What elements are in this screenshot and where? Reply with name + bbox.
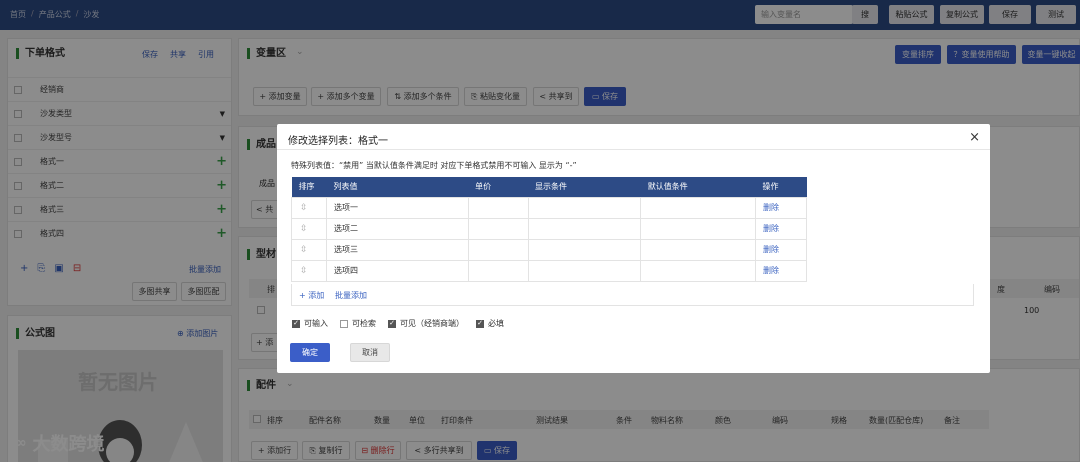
delete-link[interactable]: 删除 [755, 238, 807, 261]
edit-list-modal: 修改选择列表：格式一 × 特殊列表值：“禁用” 当默认值条件满足时 对应下单格式… [277, 124, 990, 373]
drag-handle-icon[interactable]: ⇳ [291, 217, 327, 240]
drag-handle-icon[interactable]: ⇳ [291, 196, 327, 219]
option-price[interactable] [467, 196, 529, 219]
modal-title: 修改选择列表：格式一 [288, 136, 388, 147]
confirm-button[interactable]: 确定 [290, 343, 330, 362]
option-price[interactable] [467, 259, 529, 282]
col-value: 列表值 [326, 177, 469, 197]
col-operation: 操作 [755, 177, 807, 197]
option-value[interactable]: 选项四 [325, 259, 469, 282]
option-default-condition[interactable] [640, 196, 757, 219]
checkbox-visible-dealer[interactable]: ✓ 可见（经销商端） [388, 318, 464, 329]
option-default-condition[interactable] [640, 238, 757, 261]
batch-add-option-link[interactable]: 批量添加 [335, 290, 367, 301]
option-default-condition[interactable] [640, 217, 757, 240]
drag-handle-icon[interactable]: ⇳ [291, 238, 327, 261]
checkbox-label: 可检索 [352, 319, 376, 328]
checkbox-checked-icon[interactable]: ✓ [476, 319, 484, 328]
checkbox-checked-icon[interactable]: ✓ [292, 319, 300, 328]
checkbox-unchecked-icon[interactable] [340, 319, 348, 328]
checkbox-searchable[interactable]: 可检索 [340, 318, 376, 329]
option-row: ⇳ 选项三 删除 [291, 238, 807, 261]
drag-handle-icon[interactable]: ⇳ [291, 259, 327, 282]
option-row: ⇳ 选项二 删除 [291, 217, 807, 240]
checkbox-required[interactable]: ✓ 必填 [476, 318, 504, 329]
delete-link[interactable]: 删除 [755, 196, 807, 219]
checkbox-label: 可输入 [304, 319, 328, 328]
add-option-bar: + 添加 批量添加 [291, 284, 974, 306]
option-display-condition[interactable] [527, 238, 642, 261]
option-checkboxes: ✓ 可输入 可检索 ✓ 可见（经销商端） ✓ 必填 [292, 318, 504, 329]
option-price[interactable] [467, 238, 529, 261]
option-value[interactable]: 选项一 [325, 196, 469, 219]
checkbox-label: 可见（经销商端） [400, 319, 464, 328]
option-display-condition[interactable] [527, 217, 642, 240]
checkbox-label: 必填 [488, 319, 504, 328]
option-list-table: 排序 列表值 单价 显示条件 默认值条件 操作 ⇳ 选项一 删除 ⇳ 选项二 删… [291, 177, 807, 282]
option-value[interactable]: 选项二 [325, 217, 469, 240]
option-table-header: 排序 列表值 单价 显示条件 默认值条件 操作 [291, 177, 807, 197]
checkbox-checked-icon[interactable]: ✓ [388, 319, 396, 328]
close-icon[interactable]: × [969, 130, 980, 145]
col-price: 单价 [468, 177, 529, 197]
option-display-condition[interactable] [527, 259, 642, 282]
col-display-condition: 显示条件 [528, 177, 641, 197]
cancel-button[interactable]: 取消 [350, 343, 390, 362]
delete-link[interactable]: 删除 [755, 259, 807, 282]
add-option-link[interactable]: + 添加 [299, 290, 324, 301]
modal-divider [277, 149, 990, 150]
delete-link[interactable]: 删除 [755, 217, 807, 240]
checkbox-editable[interactable]: ✓ 可输入 [292, 318, 328, 329]
col-default-condition: 默认值条件 [640, 177, 756, 197]
option-row: ⇳ 选项四 删除 [291, 259, 807, 282]
option-display-condition[interactable] [527, 196, 642, 219]
option-value[interactable]: 选项三 [325, 238, 469, 261]
special-value-note: 特殊列表值：“禁用” 当默认值条件满足时 对应下单格式禁用不可输入 显示为 “-… [291, 161, 577, 170]
option-row: ⇳ 选项一 删除 [291, 196, 807, 219]
option-default-condition[interactable] [640, 259, 757, 282]
option-price[interactable] [467, 217, 529, 240]
col-sort: 排序 [291, 177, 327, 197]
